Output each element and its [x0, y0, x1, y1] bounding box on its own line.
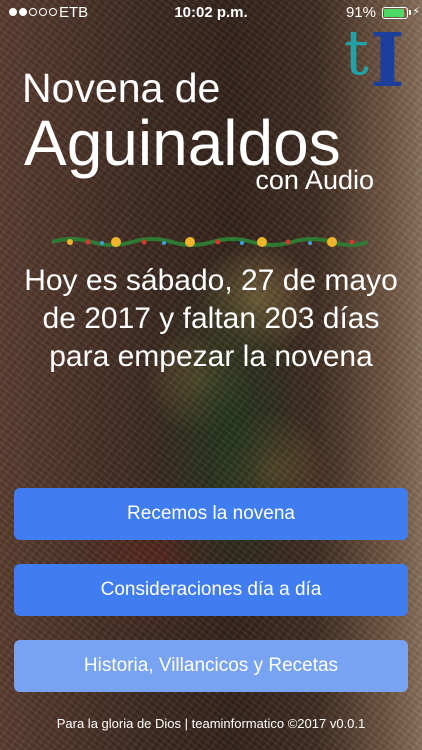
logo-letter-t: t [344, 16, 369, 89]
charging-bolt-icon: ⚡ [412, 6, 420, 18]
title-subtitle: con Audio [255, 165, 374, 195]
app-logo: t I [344, 22, 408, 102]
app-screen: ETB 10:02 p.m. 91% ⚡ t I Novena de Aguin… [0, 0, 422, 750]
pray-novena-button[interactable]: Recemos la novena [14, 488, 408, 540]
countdown-message: Hoy es sábado, 27 de mayo de 2017 y falt… [24, 264, 398, 373]
logo-letter-i: I [370, 18, 405, 104]
footer-credits: Para la gloria de Dios | teaminformatico… [56, 716, 366, 731]
history-carols-recipes-button[interactable]: Historia, Villancicos y Recetas [14, 640, 408, 692]
christmas-garland-icon [52, 237, 368, 247]
title-line-1: Novena de [22, 65, 221, 111]
daily-considerations-button[interactable]: Consideraciones día a día [14, 564, 408, 616]
